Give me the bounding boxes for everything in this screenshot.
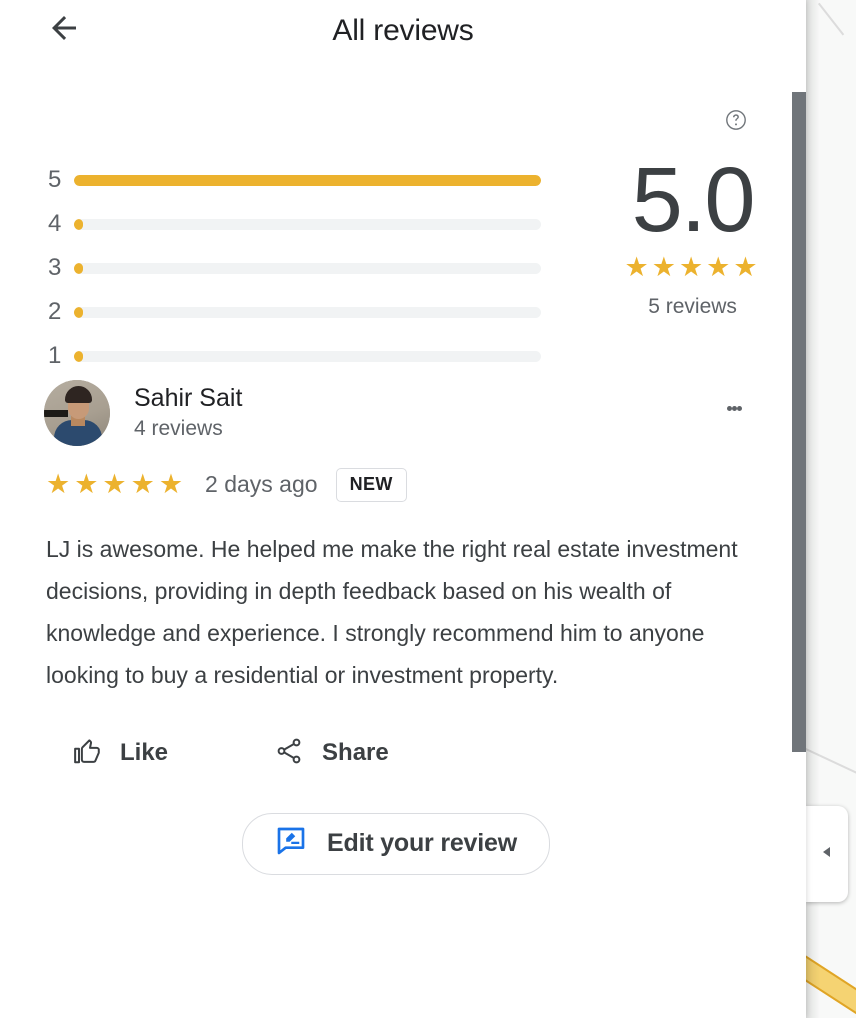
histogram-fill-2	[74, 306, 83, 318]
more-dot	[736, 405, 742, 411]
help-circle-icon[interactable]	[724, 108, 748, 132]
histogram-label-5: 5	[48, 166, 62, 193]
histogram-row-2[interactable]: 2	[48, 290, 545, 334]
avatar-backdrop-edge	[44, 410, 68, 417]
share-label: Share	[322, 739, 389, 767]
avatar[interactable]	[44, 380, 110, 446]
panel-header: All reviews	[0, 0, 806, 62]
histogram-track-4	[74, 218, 542, 230]
histogram-row-5[interactable]: 5	[48, 158, 545, 202]
like-button[interactable]: Like	[72, 736, 168, 771]
review-count-label: 5 reviews	[648, 295, 737, 318]
status-badge: NEW	[335, 468, 407, 502]
histogram-fill-4	[74, 218, 83, 230]
average-rating-value: 5.0	[631, 149, 756, 251]
thumb-up-icon	[72, 736, 102, 771]
map-path-grey	[818, 2, 845, 36]
edit-review-label: Edit your review	[327, 829, 517, 858]
histogram-label-2: 2	[48, 298, 62, 325]
rating-summary-section: 5 4 3 2 1 5.0 ★★★★★ 5 reviews	[0, 152, 792, 378]
reviewer-review-count: 4 reviews	[134, 417, 223, 440]
histogram-track-2	[74, 306, 542, 318]
histogram-fill-3	[74, 262, 83, 274]
share-icon	[274, 736, 304, 771]
reviewer-meta: Sahir Sait 4 reviews	[134, 382, 242, 444]
back-button[interactable]	[40, 6, 88, 54]
review-header: Sahir Sait 4 reviews	[0, 380, 792, 446]
histogram-track-3	[74, 262, 542, 274]
review-stars: ★★★★★	[46, 469, 188, 500]
histogram-label-3: 3	[48, 254, 62, 281]
histogram-fill-1	[74, 350, 83, 362]
scrollbar-thumb[interactable]	[792, 92, 806, 752]
collapse-panel-button[interactable]	[806, 806, 848, 902]
histogram-fill-5	[74, 174, 542, 186]
edit-review-icon	[275, 825, 307, 862]
arrow-back-icon	[46, 10, 82, 51]
like-label: Like	[120, 739, 169, 767]
average-rating-summary: 5.0 ★★★★★ 5 reviews	[593, 152, 792, 319]
more-dot	[726, 405, 732, 411]
histogram-row-1[interactable]: 1	[48, 334, 545, 378]
histogram-label-4: 4	[48, 210, 62, 237]
review-timestamp: 2 days ago	[205, 471, 318, 498]
more-dot	[731, 405, 737, 411]
histogram-row-3[interactable]: 3	[48, 246, 545, 290]
review-actions: Like Share	[0, 736, 792, 771]
edit-review-row: Edit your review	[0, 812, 792, 875]
rating-histogram: 5 4 3 2 1	[48, 152, 545, 378]
share-button[interactable]: Share	[274, 736, 389, 771]
page-title: All reviews	[332, 14, 474, 47]
chevron-left-icon	[819, 844, 835, 865]
review-card: Sahir Sait 4 reviews ★★★★★ 2 days ago NE…	[0, 380, 792, 875]
reviews-panel: All reviews 5 4 3 2 1 5.0 ★★★★★ 5 review…	[0, 0, 806, 1018]
edit-review-button[interactable]: Edit your review	[242, 812, 550, 875]
review-rating-row: ★★★★★ 2 days ago NEW	[0, 468, 792, 502]
histogram-row-4[interactable]: 4	[48, 202, 545, 246]
histogram-label-1: 1	[48, 342, 62, 369]
more-vert-icon[interactable]	[714, 388, 754, 428]
reviewer-name[interactable]: Sahir Sait	[134, 382, 242, 414]
review-body-text: LJ is awesome. He helped me make the rig…	[46, 535, 738, 688]
average-rating-stars: ★★★★★	[624, 252, 761, 282]
histogram-track-1	[74, 350, 542, 362]
histogram-track-5	[74, 174, 542, 186]
scrollbar-track[interactable]	[792, 0, 806, 1018]
